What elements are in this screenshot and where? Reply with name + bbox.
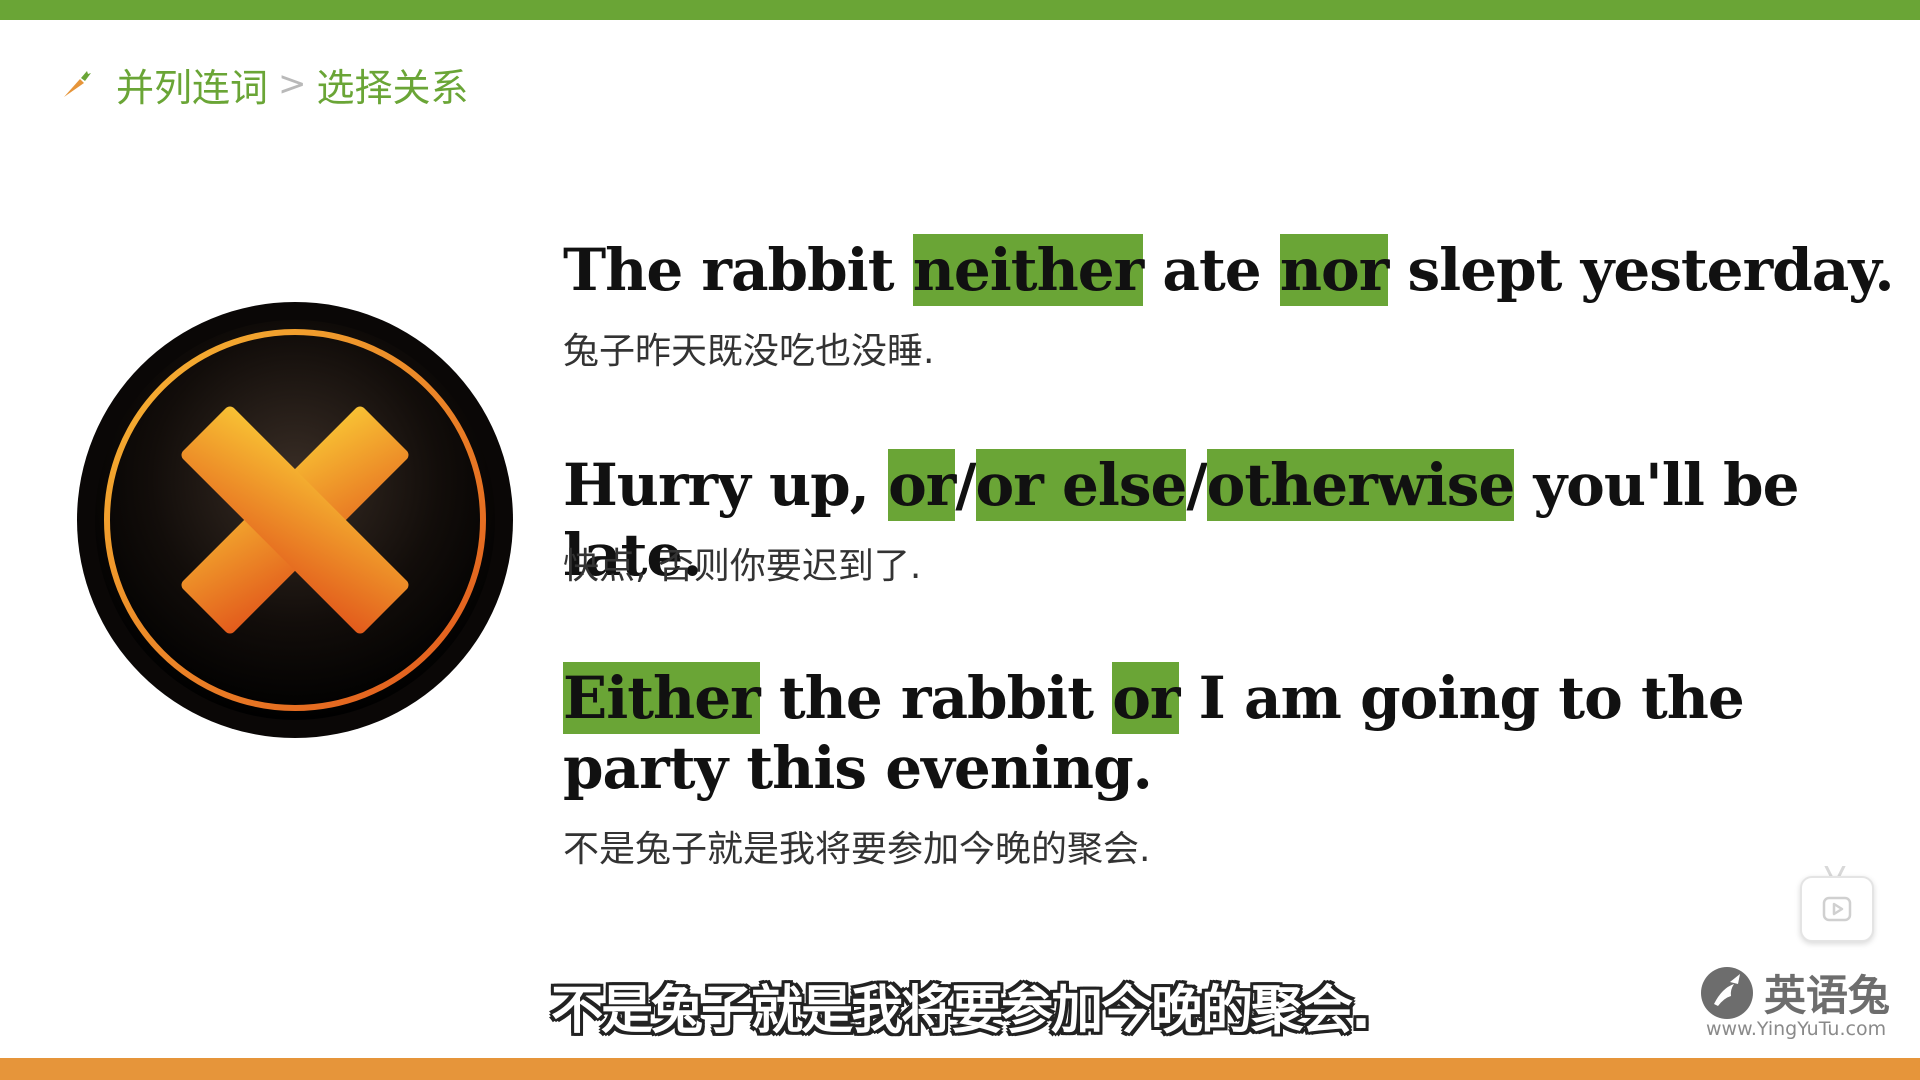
highlighted-keyword: or [1112, 662, 1180, 734]
breadcrumb-parent: 并列连词 [116, 65, 269, 110]
sentence-3: Either the rabbit or I am going to the p… [563, 662, 1903, 803]
breadcrumb-current: 选择关系 [316, 65, 469, 110]
translation-1: 兔子昨天既没吃也没睡. [563, 331, 935, 372]
bottom-accent-bar [0, 1058, 1920, 1080]
sentence-text: slept yesterday. [1388, 236, 1895, 304]
highlighted-keyword: Either [563, 662, 761, 734]
highlighted-keyword: otherwise [1206, 449, 1515, 521]
watermark: 英语兔 www.YingYuTu.com [1700, 962, 1900, 1042]
watermark-brand: 英语兔 [1764, 971, 1891, 1020]
sentence-text: ate [1143, 236, 1280, 304]
video-subtitle: 不是兔子就是我将要参加今晚的聚会. [551, 981, 1371, 1041]
highlighted-keyword: neither [912, 234, 1144, 306]
highlighted-keyword: nor [1279, 234, 1389, 306]
play-icon [1822, 896, 1852, 922]
translation-2: 快点, 否则你要迟到了. [563, 546, 922, 587]
top-accent-bar [0, 0, 1920, 20]
highlighted-keyword: or else [975, 449, 1187, 521]
sentence-text: the rabbit [759, 664, 1113, 732]
highlighted-keyword: or [888, 449, 956, 521]
breadcrumb-separator: > [278, 64, 307, 104]
rabbit-logo-icon [1701, 967, 1753, 1019]
sentence-1: The rabbit neither ate nor slept yesterd… [563, 234, 1903, 306]
carrot-icon [64, 71, 91, 97]
sentence-text: / [1186, 451, 1207, 519]
translation-3: 不是兔子就是我将要参加今晚的聚会. [563, 829, 1151, 870]
sentence-text: The rabbit [563, 236, 913, 304]
sentence-text: / [955, 451, 976, 519]
watermark-url: www.YingYuTu.com [1706, 1018, 1887, 1040]
wrong-x-icon [77, 302, 513, 738]
breadcrumb: 并列连词 > 选择关系 [60, 58, 469, 110]
play-button[interactable] [1800, 876, 1874, 942]
sentence-text: Hurry up, [563, 451, 889, 519]
